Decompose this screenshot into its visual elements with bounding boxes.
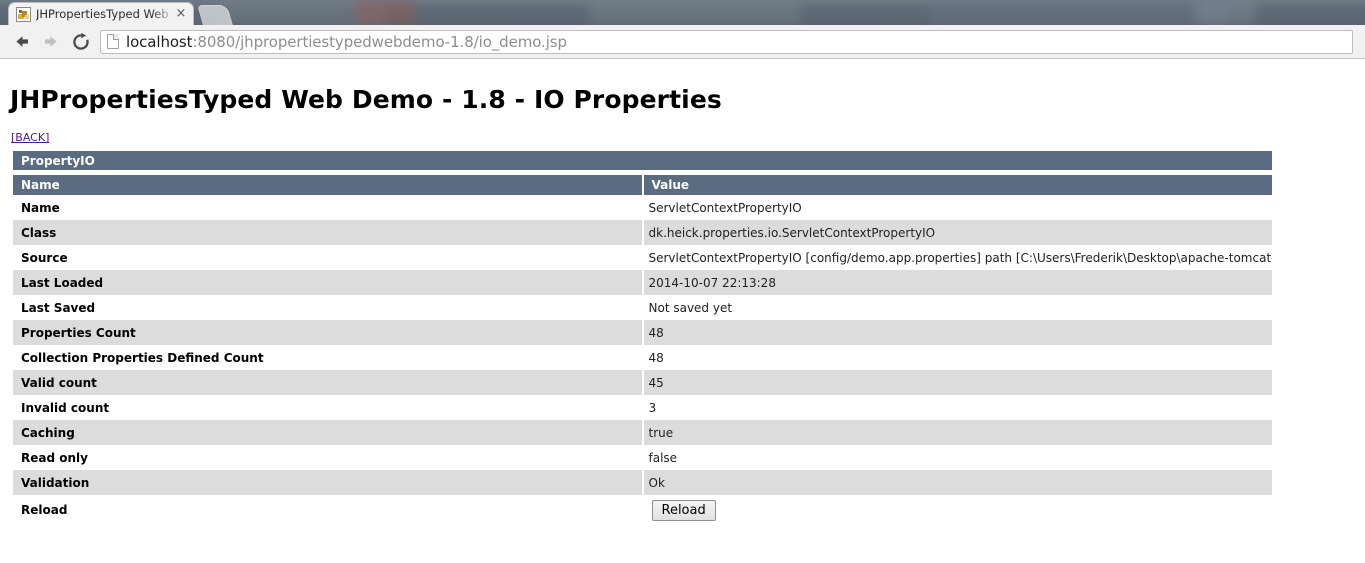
desktop-blur-artifact <box>930 0 1230 25</box>
row-value: Not saved yet <box>643 295 1272 320</box>
row-value: 2014-10-07 22:13:28 <box>643 270 1272 295</box>
forward-button[interactable] <box>36 27 66 57</box>
back-button[interactable] <box>6 27 36 57</box>
back-link[interactable]: [BACK] <box>11 131 49 144</box>
address-bar-path: :8080/jhpropertiestypedwebdemo-1.8/io_de… <box>192 32 567 51</box>
table-group-header-row: PropertyIO <box>13 151 1272 170</box>
row-label: Invalid count <box>13 395 642 420</box>
table-row: Collection Properties Defined Count 48 <box>13 345 1272 370</box>
row-label: Properties Count <box>13 320 642 345</box>
row-value: 3 <box>643 395 1272 420</box>
row-label: Source <box>13 245 642 270</box>
property-io-table-body: PropertyIO Name Value Name ServletContex… <box>13 151 1272 525</box>
table-row: Last Saved Not saved yet <box>13 295 1272 320</box>
reload-button[interactable] <box>66 27 96 57</box>
reload-icon <box>73 32 89 50</box>
page-viewport: JHPropertiesTyped Web Demo - 1.8 - IO Pr… <box>0 59 1365 563</box>
table-row: Read only false <box>13 445 1272 470</box>
row-value: Reload <box>643 495 1272 525</box>
column-header-value: Value <box>643 175 1272 195</box>
row-label: Read only <box>13 445 642 470</box>
table-row: Properties Count 48 <box>13 320 1272 345</box>
table-group-header-cell: PropertyIO <box>13 151 1272 170</box>
table-row: Caching true <box>13 420 1272 445</box>
browser-tab-active[interactable]: JHPropertiesTyped Web D × <box>8 2 194 25</box>
row-label: Caching <box>13 420 642 445</box>
desktop-blur-artifact <box>355 0 415 25</box>
row-label: Collection Properties Defined Count <box>13 345 642 370</box>
table-reload-row: Reload Reload <box>13 495 1272 525</box>
table-row: Validation Ok <box>13 470 1272 495</box>
row-label: Class <box>13 220 642 245</box>
desktop-blur-artifact <box>1195 0 1255 25</box>
browser-title-bar: JHPropertiesTyped Web D × <box>0 0 1365 25</box>
row-label: Validation <box>13 470 642 495</box>
row-value: 48 <box>643 345 1272 370</box>
browser-toolbar: localhost:8080/jhpropertiestypedwebdemo-… <box>0 25 1365 59</box>
jhproperties-favicon-icon <box>16 6 31 22</box>
page-title: JHPropertiesTyped Web Demo - 1.8 - IO Pr… <box>10 85 722 114</box>
tab-close-icon[interactable]: × <box>175 7 187 20</box>
browser-tab-title: JHPropertiesTyped Web D <box>36 7 172 21</box>
address-bar-url: localhost:8080/jhpropertiestypedwebdemo-… <box>126 33 567 51</box>
column-header-name: Name <box>13 175 642 195</box>
row-label: Last Loaded <box>13 270 642 295</box>
row-value: 48 <box>643 320 1272 345</box>
row-value: 45 <box>643 370 1272 395</box>
forward-arrow-icon <box>44 36 57 47</box>
row-label: Reload <box>13 495 642 525</box>
table-row: Name ServletContextPropertyIO <box>13 195 1272 220</box>
row-value: ServletContextPropertyIO <box>643 195 1272 220</box>
row-label: Valid count <box>13 370 642 395</box>
table-row: Source ServletContextPropertyIO [config/… <box>13 245 1272 270</box>
row-label: Name <box>13 195 642 220</box>
address-bar[interactable]: localhost:8080/jhpropertiestypedwebdemo-… <box>100 29 1353 54</box>
row-value: dk.heick.properties.io.ServletContextPro… <box>643 220 1272 245</box>
desktop-blur-artifact <box>215 0 385 25</box>
row-value: Ok <box>643 470 1272 495</box>
table-row: Class dk.heick.properties.io.ServletCont… <box>13 220 1272 245</box>
table-column-header-row: Name Value <box>13 175 1272 195</box>
back-arrow-icon <box>15 36 28 47</box>
browser-window: JHPropertiesTyped Web D × localhost:8080… <box>0 0 1365 563</box>
desktop-blur-artifact <box>590 0 800 25</box>
table-row: Valid count 45 <box>13 370 1272 395</box>
row-value: true <box>643 420 1272 445</box>
back-link-container: [BACK] <box>0 114 1365 151</box>
reload-properties-button[interactable]: Reload <box>651 499 716 521</box>
row-label: Last Saved <box>13 295 642 320</box>
address-bar-host: localhost <box>126 32 193 51</box>
new-tab-button[interactable] <box>197 5 233 25</box>
table-row: Invalid count 3 <box>13 395 1272 420</box>
row-value: false <box>643 445 1272 470</box>
row-value: ServletContextPropertyIO [config/demo.ap… <box>643 245 1272 270</box>
table-row: Last Loaded 2014-10-07 22:13:28 <box>13 270 1272 295</box>
property-io-table: PropertyIO Name Value Name ServletContex… <box>11 151 1274 525</box>
document-icon <box>107 34 119 49</box>
